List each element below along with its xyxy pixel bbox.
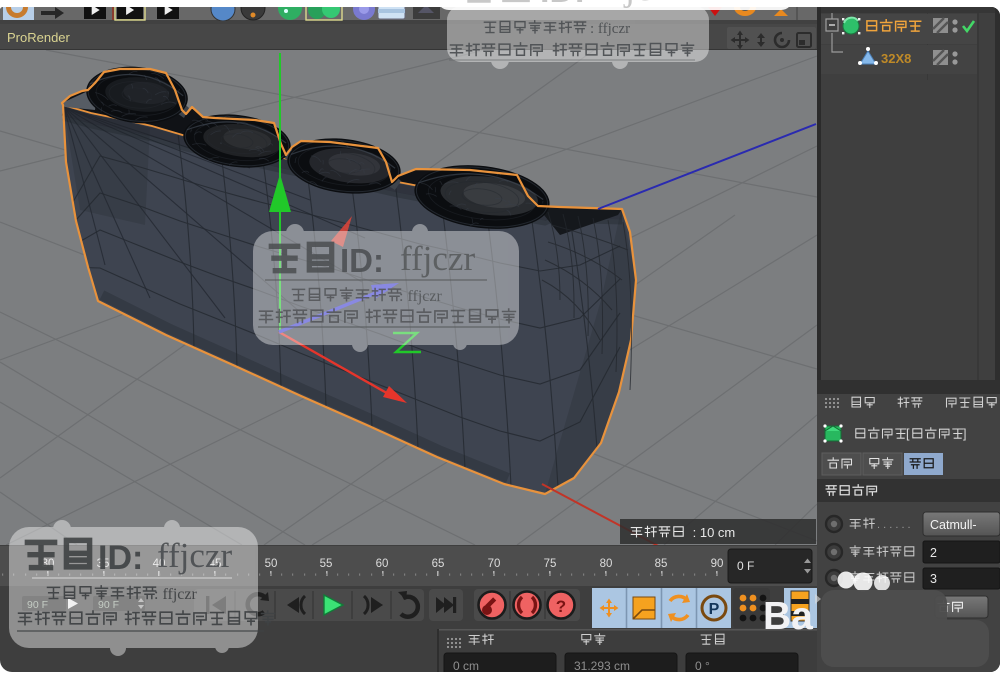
svg-text:31.293 cm: 31.293 cm — [574, 659, 630, 672]
svg-text:Catmull-: Catmull- — [930, 518, 977, 532]
svg-text:: 10 cm: : 10 cm — [689, 525, 735, 540]
svg-text:55: 55 — [320, 558, 333, 570]
svg-text:50: 50 — [265, 558, 278, 570]
svg-text:35: 35 — [97, 558, 110, 570]
svg-text:[: [ — [906, 427, 910, 441]
svg-text:]: ] — [963, 427, 966, 441]
svg-text:?: ? — [556, 597, 566, 616]
svg-text:45: 45 — [209, 558, 222, 570]
svg-text:. . . . . .: . . . . . . — [877, 519, 911, 531]
svg-text:70: 70 — [488, 558, 501, 570]
svg-text:0 °: 0 ° — [695, 659, 710, 672]
svg-text:32X8: 32X8 — [881, 51, 911, 66]
svg-text:90 F: 90 F — [27, 599, 48, 611]
svg-text:P: P — [709, 601, 720, 618]
svg-text:30: 30 — [42, 558, 55, 570]
svg-text:90 F: 90 F — [98, 599, 119, 611]
svg-text:65: 65 — [432, 558, 445, 570]
svg-text:40: 40 — [153, 558, 166, 570]
svg-text:0 F: 0 F — [737, 559, 754, 573]
svg-text:60: 60 — [376, 558, 389, 570]
svg-text:75: 75 — [544, 558, 557, 570]
svg-text:85: 85 — [655, 558, 668, 570]
svg-text:90: 90 — [711, 558, 724, 570]
svg-text:80: 80 — [600, 558, 613, 570]
svg-text:0 cm: 0 cm — [453, 659, 479, 672]
